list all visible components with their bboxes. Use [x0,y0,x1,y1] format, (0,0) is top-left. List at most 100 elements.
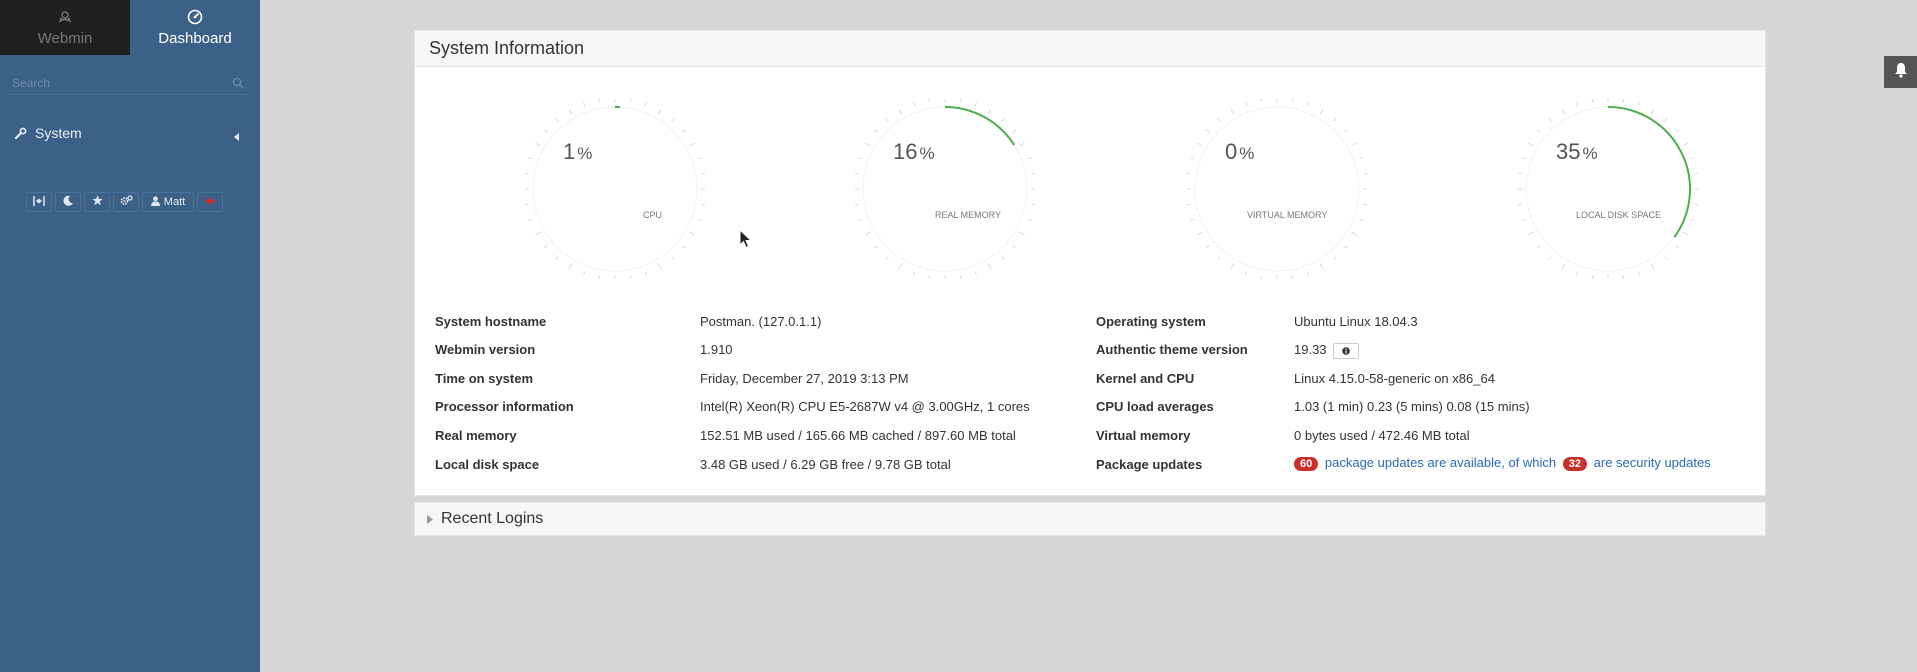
gauge-tick [1230,263,1235,269]
gauge-tick [959,99,962,103]
gauge-tick [1548,118,1552,122]
info-key: Time on system [435,371,534,386]
security-updates-link[interactable]: are security updates [1594,455,1711,470]
info-key: Webmin version [435,342,536,357]
tab-dashboard-label: Dashboard [158,30,232,47]
gauge-tick [1291,275,1294,279]
gauge-tick [657,109,662,115]
gauge-tick [1521,157,1526,160]
user-icon [150,195,160,209]
info-key: Virtual memory [1096,428,1191,443]
gauge-tick [1359,157,1364,160]
recent-logins-panel[interactable]: Recent Logins [414,502,1766,536]
gauge-tick [1344,129,1348,133]
gauge-tick [1245,271,1248,276]
gauge-tick [1027,218,1032,221]
cogs-icon [120,195,133,209]
gauge-tick [629,99,632,103]
gauge-tick [1664,118,1668,122]
gauge-tick [525,172,529,175]
gauge-tick [928,99,931,103]
gauge-tick [1694,203,1698,206]
gauge-tick [1031,203,1035,206]
gauge-tick [874,129,878,133]
favorites-button[interactable] [84,192,110,212]
gauge-tick [697,157,702,160]
gauge-tick [987,263,992,269]
gauge-tick [629,275,632,279]
gauge-tick [671,256,675,260]
info-key: Local disk space [435,457,540,472]
logout-button[interactable] [197,192,223,212]
gauge-tick [974,271,977,276]
gauge-tick [855,203,859,206]
gauge-tick [865,231,871,236]
gauge-tick [1012,245,1016,249]
theme-info-button[interactable] [1332,342,1359,359]
settings-button[interactable] [113,192,139,212]
gauge-tick [1576,102,1579,107]
search-input[interactable] [10,72,224,94]
sidebar-toolbar: Matt [26,192,223,212]
gauge-tick [1217,118,1221,122]
gauge-tick [1344,245,1348,249]
gauge-label: CPU [643,210,663,220]
gauge-tick [568,263,573,269]
gauge-tick [1359,218,1364,221]
gauge-tick [1206,129,1210,133]
info-value: 3.48 GB used / 6.29 GB free / 9.78 GB to… [700,457,951,472]
info-key: Processor information [435,399,574,414]
info-key: Package updates [1096,457,1203,472]
notifications-button[interactable] [1884,56,1917,88]
night-mode-button[interactable] [55,192,81,212]
security-count-badge[interactable]: 32 [1562,457,1588,471]
gauge-tick [1528,231,1534,236]
gauge-tick [1306,102,1309,107]
gauge-dial [1518,99,1698,279]
gauge-tick [682,245,686,249]
tab-dashboard[interactable]: Dashboard [130,0,260,55]
gauge-tick [1363,203,1367,206]
gauge-tick [1260,99,1263,103]
bell-icon [1893,62,1909,83]
info-key: System hostname [435,314,547,329]
sidebar: Webmin Dashboard System [0,0,260,672]
tab-webmin-label: Webmin [37,30,93,47]
updates-count-badge[interactable]: 60 [1294,457,1319,471]
tab-webmin[interactable]: Webmin [0,0,130,55]
info-value: Intel(R) Xeon(R) CPU E5-2687W v4 @ 3.00G… [700,399,1030,414]
moon-icon [63,195,74,209]
gauge-tick [1197,142,1203,147]
gauge-label: REAL MEMORY [935,210,1002,220]
gauge-tick [1650,109,1655,115]
gauge-tick [1027,157,1032,160]
gauge-tick [583,102,586,107]
package-updates-link[interactable]: package updates are available, of which [1325,455,1556,470]
caret-right-icon [427,514,433,524]
search-icon[interactable] [232,76,244,94]
gauge-tick [535,142,541,147]
gauge-tick [865,142,871,147]
mouse-cursor-icon [739,228,753,254]
user-button[interactable]: Matt [142,192,194,212]
info-value: 1.910 [700,342,733,357]
gauge-tick [1561,263,1566,269]
gauge-tick [1206,245,1210,249]
gauge-tick [1682,142,1688,147]
gauge-tick [682,129,686,133]
wrench-icon [14,127,27,140]
gauge-tick [1260,275,1263,279]
gauge-tick [544,129,548,133]
gauge-virtual-memory: 0% VIRTUAL MEMORY [1187,99,1367,299]
gauge-tick [1190,157,1195,160]
sidebar-item-system[interactable]: System [0,122,260,144]
gauge-tick [701,203,705,206]
gauge-real-memory: 16% REAL MEMORY [855,99,1035,299]
gauge-label: VIRTUAL MEMORY [1247,210,1328,220]
gauge-tick [1187,203,1191,206]
collapse-button[interactable] [26,192,52,212]
gauge-tick [1319,263,1324,269]
gauge-tick [555,256,559,260]
gauge-tick [555,118,559,122]
gauge-dial [1187,99,1367,279]
